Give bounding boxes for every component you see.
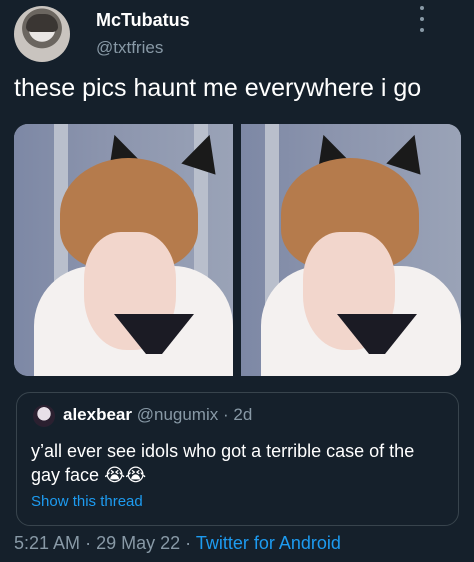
quoted-tweet-text: y’all ever see idols who got a terrible …	[31, 439, 446, 487]
show-thread-link[interactable]: Show this thread	[31, 493, 143, 510]
quoted-author-handle: @nugumix	[136, 405, 219, 424]
quoted-tweet-header: alexbear @nugumix · 2d	[63, 405, 252, 425]
crying-emoji-icon: 😭😭	[104, 465, 147, 485]
quoted-author-display-name: alexbear	[63, 405, 132, 424]
tweet-footer: 5:21 AM · 29 May 22 · Twitter for Androi…	[14, 533, 341, 554]
separator-dot: ·	[185, 533, 192, 553]
author-handle[interactable]: @txtfries	[96, 38, 163, 58]
tweet-photo-2[interactable]	[241, 124, 461, 376]
quoted-tweet[interactable]: alexbear @nugumix · 2d y’all ever see id…	[16, 392, 459, 526]
tweet-time[interactable]: 5:21 AM	[14, 533, 80, 553]
tweet-source-link[interactable]: Twitter for Android	[196, 533, 341, 553]
author-avatar[interactable]	[14, 6, 70, 62]
quoted-tweet-body: y’all ever see idols who got a terrible …	[31, 441, 415, 485]
tweet-date[interactable]: 29 May 22	[96, 533, 180, 553]
quoted-author-avatar	[33, 405, 55, 427]
separator-dot: ·	[85, 533, 92, 553]
quoted-tweet-time: 2d	[233, 405, 253, 424]
separator-dot: ·	[222, 405, 229, 424]
tweet-photo-1[interactable]	[14, 124, 233, 376]
author-display-name[interactable]: McTubatus	[96, 10, 190, 31]
tweet-text: these pics haunt me everywhere i go	[14, 74, 422, 102]
more-options-icon[interactable]	[416, 2, 428, 36]
